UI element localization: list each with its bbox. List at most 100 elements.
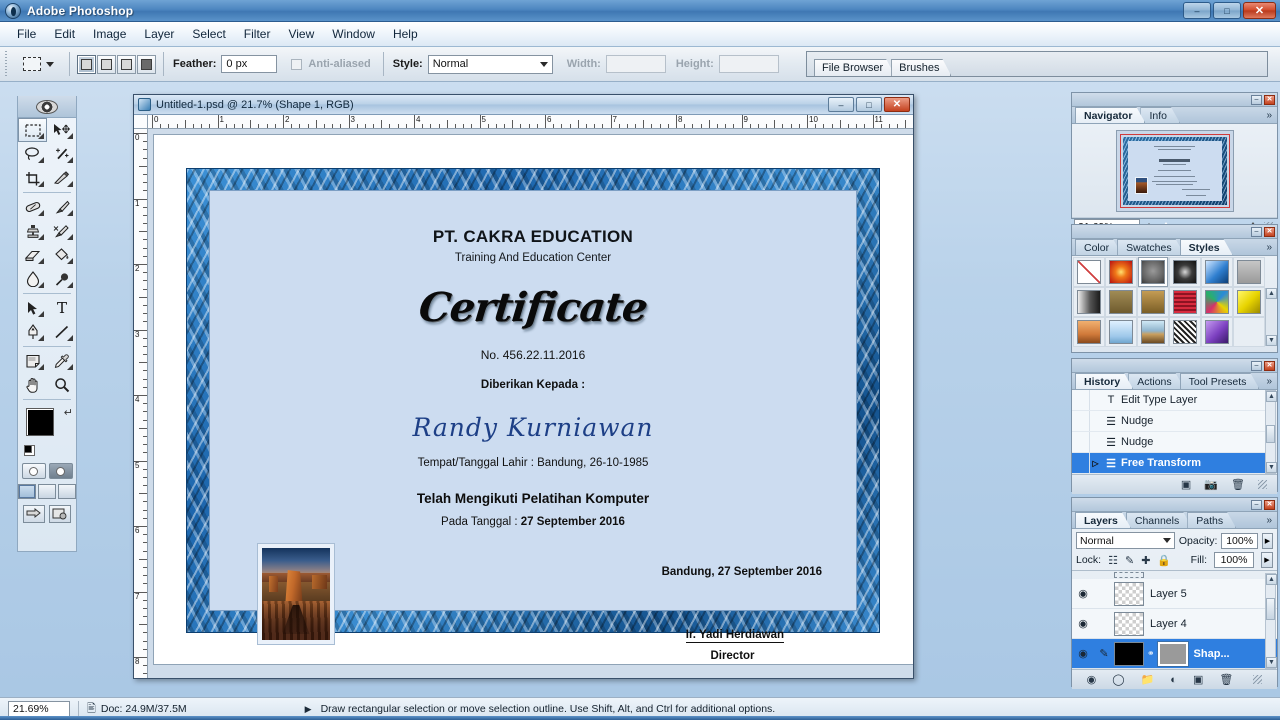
height-input[interactable]	[718, 55, 779, 73]
slice-tool[interactable]	[47, 166, 76, 190]
menu-layer[interactable]: Layer	[135, 24, 183, 44]
fill-stepper[interactable]: ▶	[1261, 552, 1273, 568]
lasso-tool[interactable]	[18, 142, 47, 166]
style-swatch-cell[interactable]	[1137, 257, 1169, 287]
tab-history[interactable]: History	[1075, 373, 1133, 389]
tab-layers[interactable]: Layers	[1075, 512, 1131, 528]
close-button[interactable]: ✕	[1243, 2, 1276, 19]
standard-mode-button[interactable]	[21, 463, 46, 479]
menu-window[interactable]: Window	[323, 24, 384, 44]
history-brush-tool[interactable]	[47, 219, 76, 243]
history-scrollbar[interactable]: ▲ ▼	[1265, 390, 1277, 474]
brush-indicator-icon[interactable]: ✎	[1094, 647, 1114, 660]
vector-mask-thumbnail[interactable]	[1156, 640, 1189, 667]
eyedropper-tool[interactable]	[47, 349, 76, 373]
styles-minimize-button[interactable]: –	[1251, 226, 1262, 237]
menu-help[interactable]: Help	[384, 24, 427, 44]
default-colors-icon[interactable]	[24, 445, 35, 456]
canvas-area[interactable]: PT. CAKRA EDUCATION Training And Educati…	[148, 129, 913, 678]
visibility-icon[interactable]: ◉	[1072, 617, 1094, 630]
history-snapshot-checkbox[interactable]	[1072, 453, 1090, 473]
history-snapshot-checkbox[interactable]	[1072, 432, 1090, 452]
status-expand-icon[interactable]: ▶	[305, 704, 312, 715]
new-selection-button[interactable]	[77, 54, 96, 74]
blur-tool[interactable]	[18, 267, 47, 291]
scroll-up-icon[interactable]: ▲	[1266, 574, 1277, 585]
crop-tool[interactable]	[18, 166, 47, 190]
style-swatch-cell[interactable]	[1073, 317, 1105, 347]
style-swatch-cell[interactable]	[1137, 287, 1169, 317]
style-swatch-cell[interactable]	[1169, 257, 1201, 287]
document-canvas[interactable]: PT. CAKRA EDUCATION Training And Educati…	[154, 135, 913, 664]
style-swatch-cell[interactable]	[1233, 257, 1265, 287]
vertical-ruler[interactable]: 0 1 2 3 4 5 6 7 8	[134, 129, 148, 678]
style-swatch-cell[interactable]	[1137, 317, 1169, 347]
document-restore-button[interactable]: □	[856, 97, 882, 112]
history-close-button[interactable]: ✕	[1264, 360, 1275, 371]
style-swatch-cell[interactable]	[1073, 287, 1105, 317]
lock-transparent-icon[interactable]: ☷	[1108, 554, 1118, 567]
history-snapshot-checkbox[interactable]	[1072, 390, 1090, 410]
style-swatch-cell[interactable]	[1169, 287, 1201, 317]
lock-image-icon[interactable]: ✎	[1125, 554, 1134, 567]
standard-screen-mode-button[interactable]	[18, 484, 36, 499]
layers-scrollbar[interactable]: ▲ ▼	[1265, 573, 1277, 669]
style-swatch-cell[interactable]	[1201, 287, 1233, 317]
document-minimize-button[interactable]: –	[828, 97, 854, 112]
magic-wand-tool[interactable]	[47, 142, 76, 166]
tab-brushes[interactable]: Brushes	[891, 59, 951, 76]
scroll-down-icon[interactable]: ▼	[1266, 657, 1277, 668]
layer-row[interactable]: ◉ ✎ ⚭ Shap...	[1072, 639, 1277, 669]
opacity-stepper[interactable]: ▶	[1261, 532, 1274, 549]
navigator-close-button[interactable]: ✕	[1264, 94, 1275, 105]
lock-all-icon[interactable]: 🔒	[1157, 554, 1171, 567]
history-item[interactable]: T Edit Type Layer	[1072, 390, 1266, 411]
navigator-thumbnail[interactable]	[1115, 130, 1234, 212]
document-close-button[interactable]: ✕	[884, 97, 910, 112]
type-tool[interactable]: T	[47, 296, 76, 320]
menu-image[interactable]: Image	[84, 24, 135, 44]
quick-mask-mode-button[interactable]	[48, 463, 73, 479]
navigator-menu-icon[interactable]: »	[1266, 110, 1272, 121]
layer-thumbnail[interactable]	[1114, 581, 1144, 606]
delete-layer-icon[interactable]: 🗑	[1219, 673, 1233, 686]
layers-minimize-button[interactable]: –	[1251, 499, 1262, 510]
menu-select[interactable]: Select	[183, 24, 234, 44]
style-swatch-cell[interactable]	[1201, 257, 1233, 287]
tab-channels[interactable]: Channels	[1126, 512, 1192, 528]
scroll-down-icon[interactable]: ▼	[1266, 335, 1277, 346]
styles-scrollbar[interactable]: ▲ ▼	[1265, 288, 1277, 346]
fill-value[interactable]: 100%	[1214, 552, 1254, 568]
layer-thumbnail[interactable]	[1114, 611, 1144, 636]
blend-mode-select[interactable]: Normal	[1076, 532, 1175, 549]
layers-close-button[interactable]: ✕	[1264, 499, 1275, 510]
layer-mask-icon[interactable]: ◯	[1112, 673, 1124, 686]
scroll-up-icon[interactable]: ▲	[1266, 391, 1277, 402]
history-resize-grip[interactable]	[1258, 480, 1267, 489]
new-snapshot-icon[interactable]: 📷	[1204, 478, 1218, 491]
layer-row[interactable]: ◉ Layer 4	[1072, 609, 1277, 639]
style-swatch-cell[interactable]	[1169, 317, 1201, 347]
width-input[interactable]	[605, 55, 666, 73]
horizontal-ruler[interactable]: 0 1 2 3 4 5 6 7 8 9 10 11	[148, 115, 913, 129]
eraser-tool[interactable]	[18, 243, 47, 267]
clone-stamp-tool[interactable]	[18, 219, 47, 243]
document-title-bar[interactable]: Untitled-1.psd @ 21.7% (Shape 1, RGB) – …	[134, 95, 913, 115]
style-swatch-cell[interactable]	[1233, 287, 1265, 317]
jump-to-imageready-button[interactable]	[23, 505, 45, 523]
history-item[interactable]: ☰ Nudge	[1072, 432, 1266, 453]
style-swatch-cell[interactable]	[1233, 317, 1265, 347]
new-document-icon[interactable]: ▣	[1181, 478, 1191, 491]
adjustment-layer-icon[interactable]: ◐	[1170, 674, 1177, 686]
navigator-minimize-button[interactable]: –	[1251, 94, 1262, 105]
imageready-icon[interactable]	[49, 505, 71, 523]
hand-tool[interactable]	[18, 373, 47, 397]
menu-view[interactable]: View	[279, 24, 323, 44]
full-screen-menu-mode-button[interactable]	[38, 484, 56, 499]
brush-tool[interactable]	[47, 195, 76, 219]
paint-bucket-tool[interactable]	[47, 243, 76, 267]
tab-color[interactable]: Color	[1075, 239, 1122, 255]
layer-row-partial[interactable]	[1072, 571, 1277, 579]
style-swatch-cell[interactable]	[1105, 257, 1137, 287]
tab-file-browser[interactable]: File Browser	[814, 59, 895, 76]
